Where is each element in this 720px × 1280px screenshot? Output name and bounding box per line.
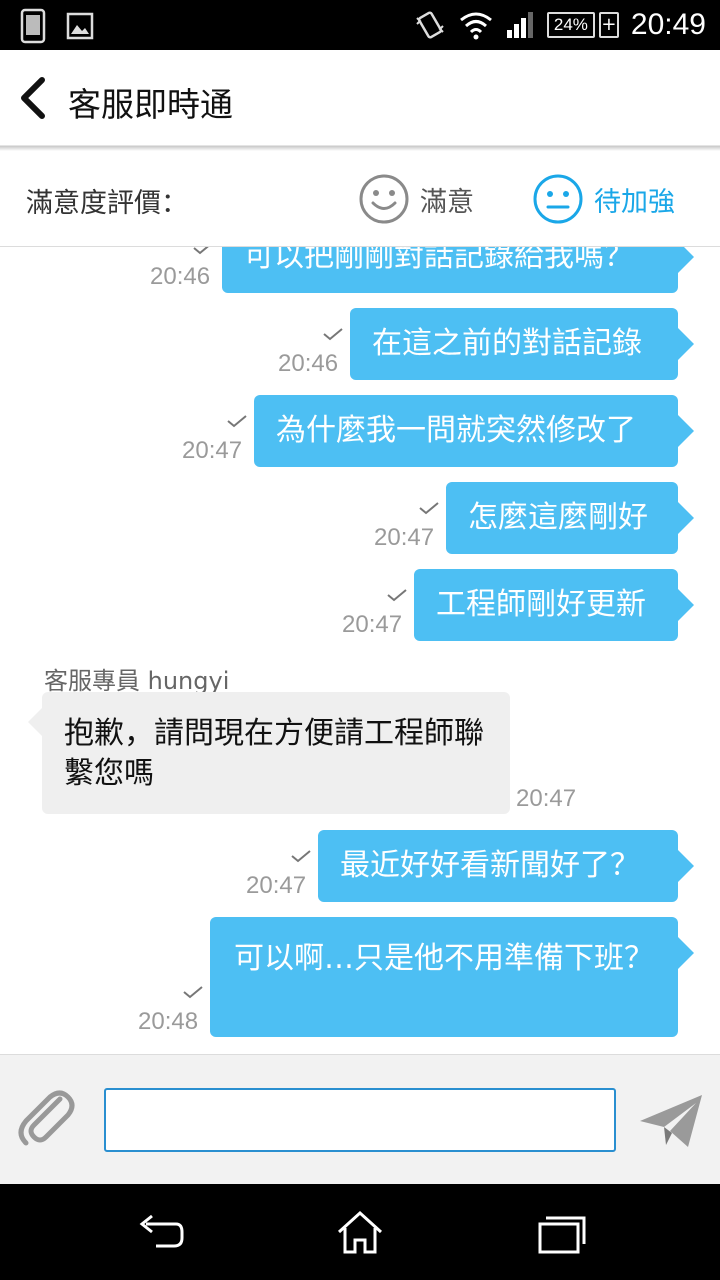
message-text: 為什麼我一問就突然修改了 [276,413,636,448]
status-bar: 24% + 20:49 [0,0,720,50]
rating-option-label: 滿意 [420,186,474,218]
clock: 20:49 [630,8,706,41]
read-check-icon [419,502,439,515]
battery-icon: 24% + [546,12,619,38]
message-text: 可以啊…只是他不用準備下班？ [234,941,654,976]
outgoing-message-bubble[interactable]: 最近好好看新聞好了？ [318,830,694,902]
message-time: 20:46 [150,263,211,290]
wifi-icon [459,12,492,40]
rating-option-label: 待加強 [594,186,675,218]
signal-icon [506,12,533,38]
read-check-icon [227,415,247,428]
message-text: 工程師剛好更新 [436,587,646,622]
rating-option-satisfied[interactable]: 滿意 [358,173,474,225]
rating-label: 滿意度評價： [26,188,188,219]
bubble-tail [28,708,42,736]
message-time: 20:47 [246,872,307,899]
outgoing-message-bubble[interactable]: 怎麼這麼剛好 [446,482,694,554]
bubble-tail [678,328,694,360]
bubble-tail [678,589,694,621]
message-time: 20:48 [138,1008,199,1035]
incoming-message-bubble[interactable]: 抱歉，請問現在方便請工程師聯繫您嗎 [28,692,510,814]
outgoing-message-bubble[interactable]: 可以把剛剛對話記錄給我嗎？ [222,247,694,293]
message-time: 20:47 [182,437,243,464]
bubble-tail [678,247,694,273]
home-icon[interactable] [335,1210,385,1256]
system-nav-bar [0,1184,720,1280]
read-check-icon [291,850,311,863]
app-header: 客服即時通 [0,50,720,146]
satisfaction-rating-bar: 滿意度評價： 滿意 待加強 [0,151,720,247]
agent-name: 客服專員 hungyi [44,667,230,695]
send-plane-icon[interactable] [638,1091,704,1151]
bubble-tail [678,937,694,969]
chevron-left-icon[interactable] [14,76,54,120]
battery-level: 24% [546,12,595,38]
read-check-icon [193,247,209,255]
read-check-icon [323,328,343,341]
message-time: 20:46 [278,350,339,377]
bubble-tail [678,850,694,882]
message-text: 在這之前的對話記錄 [372,326,642,361]
chat-message-list[interactable]: 可以把剛剛對話記錄給我嗎？ 20:46 在這之前的對話記錄 20:46 為什麼我… [0,247,720,1054]
outgoing-message-bubble[interactable]: 工程師剛好更新 [414,569,694,641]
message-text: 怎麼這麼剛好 [468,500,648,535]
vibrate-icon [416,11,444,39]
charging-indicator: + [598,12,619,38]
recent-apps-icon[interactable] [536,1210,586,1256]
message-time: 20:47 [342,611,403,638]
outgoing-message-bubble[interactable]: 可以啊…只是他不用準備下班？ [210,917,694,1037]
message-text: 抱歉，請問現在方便請工程師聯繫您嗎 [64,716,484,791]
message-input[interactable] [104,1088,616,1152]
bubble-tail [678,415,694,447]
outgoing-message-bubble[interactable]: 在這之前的對話記錄 [350,308,694,380]
image-icon [66,12,94,40]
message-text: 可以把剛剛對話記錄給我嗎？ [244,247,634,274]
phone-screen-icon [20,8,46,44]
bubble-tail [678,502,694,534]
message-text: 最近好好看新聞好了？ [340,848,640,883]
smile-face-icon [359,174,409,224]
back-arrow-icon[interactable] [136,1210,186,1256]
paperclip-icon[interactable] [14,1085,84,1155]
message-time: 20:47 [516,785,577,812]
read-check-icon [387,589,407,602]
rating-option-needs-improvement[interactable]: 待加強 [532,173,675,225]
read-check-icon [183,986,203,999]
outgoing-message-bubble[interactable]: 為什麼我一問就突然修改了 [254,395,694,467]
page-title: 客服即時通 [68,85,233,124]
message-time: 20:47 [374,524,435,551]
message-compose-bar [0,1054,720,1184]
neutral-face-icon [533,174,583,224]
